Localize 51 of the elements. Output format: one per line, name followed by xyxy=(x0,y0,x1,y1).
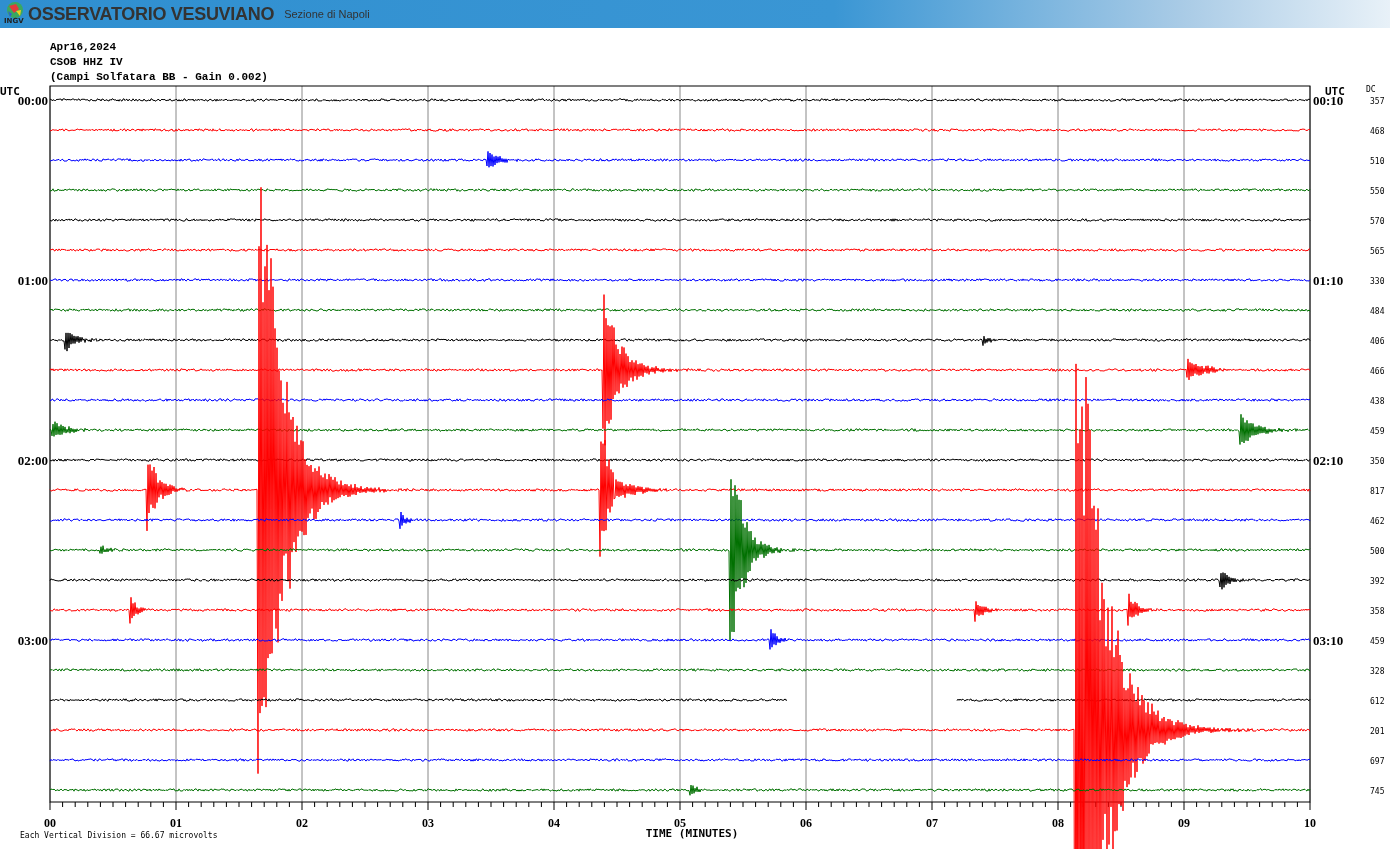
station-info: Apr16,2024 xyxy=(50,41,116,53)
dc-value: 484 xyxy=(1370,307,1385,316)
dc-value: 466 xyxy=(1370,367,1385,376)
utc-heading: UTC xyxy=(0,85,20,98)
x-tick-label: 06 xyxy=(800,816,812,830)
row-time-label: 03:10 xyxy=(1313,633,1344,648)
dc-value: 570 xyxy=(1370,217,1385,226)
x-tick-label: 10 xyxy=(1304,816,1316,830)
dc-value: 350 xyxy=(1370,457,1385,466)
dc-value: 468 xyxy=(1370,127,1385,136)
dc-value: 330 xyxy=(1370,277,1385,286)
dc-value: 612 xyxy=(1370,697,1385,706)
dc-value: 392 xyxy=(1370,577,1385,586)
x-tick-label: 07 xyxy=(926,816,938,830)
utc-heading: UTC xyxy=(1325,85,1345,98)
dc-value: 745 xyxy=(1370,787,1385,796)
x-tick-label: 08 xyxy=(1052,816,1064,830)
x-tick-label: 00 xyxy=(44,816,56,830)
dc-value: 459 xyxy=(1370,637,1385,646)
dc-value: 462 xyxy=(1370,517,1385,526)
dc-value: 459 xyxy=(1370,427,1385,436)
dc-value: 697 xyxy=(1370,757,1385,766)
row-time-label: 02:00 xyxy=(17,453,48,468)
dc-value: 438 xyxy=(1370,397,1385,406)
site-title: OSSERVATORIO VESUVIANO xyxy=(28,3,275,25)
dc-value: 500 xyxy=(1370,547,1385,556)
x-tick-label: 05 xyxy=(674,816,686,830)
x-tick-label: 01 xyxy=(170,816,182,830)
dc-value: 817 xyxy=(1370,487,1385,496)
dc-value: 358 xyxy=(1370,607,1385,616)
scale-footnote: Each Vertical Division = 66.67 microvolts xyxy=(20,831,218,840)
dc-value: 510 xyxy=(1370,157,1385,166)
station-info: (Campi Solfatara BB - Gain 0.002) xyxy=(50,71,268,83)
row-time-label: 02:10 xyxy=(1313,453,1344,468)
x-axis-label: TIME (MINUTES) xyxy=(645,827,739,840)
dc-value: 357 xyxy=(1370,97,1385,106)
row-time-label: 01:10 xyxy=(1313,273,1344,288)
x-tick-label: 04 xyxy=(548,816,560,830)
dc-heading: DC xyxy=(1366,85,1376,94)
x-tick-label: 02 xyxy=(296,816,308,830)
dc-value: 328 xyxy=(1370,667,1385,676)
dc-value: 550 xyxy=(1370,187,1385,196)
dc-value: 201 xyxy=(1370,727,1385,736)
dc-value: 406 xyxy=(1370,337,1385,346)
row-time-label: 01:00 xyxy=(17,273,48,288)
site-subtitle: Sezione di Napoli xyxy=(284,8,370,20)
x-tick-label: 09 xyxy=(1178,816,1190,830)
station-info: CSOB HHZ IV xyxy=(50,56,123,68)
row-time-label: 03:00 xyxy=(17,633,48,648)
dc-value: 565 xyxy=(1370,247,1385,256)
x-tick-label: 03 xyxy=(422,816,434,830)
